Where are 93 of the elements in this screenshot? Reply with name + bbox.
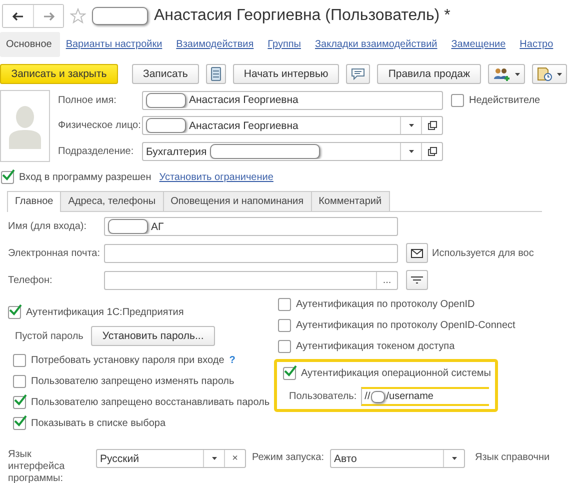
- checkbox[interactable]: [283, 366, 296, 380]
- set-password-button[interactable]: Установить пароль...: [91, 326, 215, 346]
- section-tab[interactable]: Настро: [514, 32, 562, 56]
- form-tab[interactable]: Главное: [7, 191, 62, 212]
- checkbox[interactable]: [13, 416, 26, 430]
- checkbox[interactable]: [278, 298, 291, 310]
- field-label: Электронная почта:: [8, 248, 102, 258]
- caret-icon: [212, 457, 216, 460]
- caret-icon: [557, 72, 562, 76]
- section-tab[interactable]: Замещение: [445, 32, 514, 56]
- redaction-mark: [371, 390, 386, 402]
- input-field[interactable]: Анастасия Георгиевна: [142, 90, 443, 110]
- select-field[interactable]: Бухгалтерия: [142, 142, 443, 162]
- section-tab[interactable]: Взаимодействия: [170, 32, 262, 56]
- envelope-icon: [411, 248, 423, 258]
- caret-icon: [515, 72, 520, 76]
- section-tab[interactable]: Группы: [262, 32, 309, 56]
- checkbox-label: Аутентификация по протоколу OpenID-Connect: [296, 320, 516, 330]
- clear-button[interactable]: ×: [224, 450, 245, 467]
- list-icon: [210, 67, 221, 81]
- restriction-link[interactable]: Установить ограничение: [159, 172, 274, 182]
- redaction-mark: [92, 7, 148, 25]
- open-icon: [428, 121, 436, 130]
- checkbox[interactable]: [451, 94, 464, 107]
- checkbox[interactable]: [1, 170, 14, 184]
- toolbar-button[interactable]: Записать: [132, 64, 199, 84]
- password-status: Пустой пароль: [15, 330, 84, 342]
- checkbox[interactable]: [13, 396, 26, 408]
- list-button[interactable]: [206, 64, 226, 84]
- checkbox-label: Потребовать установку пароля при входе: [31, 354, 224, 366]
- person-icon: [7, 103, 43, 149]
- back-arrow-icon: [12, 12, 24, 20]
- comment-icon: [351, 68, 366, 80]
- input-field[interactable]: // /username: [360, 387, 489, 406]
- checkbox[interactable]: [8, 306, 21, 318]
- field-label: Пользователь:: [289, 391, 357, 402]
- input-field[interactable]: ...: [104, 270, 398, 290]
- toolbar-button[interactable]: Начать интервью: [232, 64, 340, 84]
- section-tab[interactable]: Варианты настройки: [60, 32, 170, 56]
- checkbox-label: Аутентификация токеном доступа: [296, 340, 455, 352]
- users-icon: [493, 67, 511, 81]
- checkbox-label: Недействителе: [469, 94, 540, 106]
- checkbox[interactable]: [278, 318, 291, 332]
- open-icon: [428, 147, 436, 156]
- forward-arrow-icon: [42, 12, 54, 20]
- comment-button[interactable]: [346, 64, 370, 84]
- checkbox-label: Вход в программу разрешен: [19, 172, 152, 182]
- checkbox-label: Показывать в списке выбора: [31, 418, 166, 428]
- caret-icon: [408, 150, 414, 154]
- checkbox-label: Аутентификация по протоколу OpenID: [296, 298, 475, 310]
- field-label: Язык интерфейса программы:: [8, 449, 66, 483]
- save-and-close-button[interactable]: Записать и закрыть: [0, 64, 118, 84]
- input-field[interactable]: [104, 244, 398, 262]
- section-tab[interactable]: Закладки взаимодействий: [309, 32, 446, 56]
- redaction-mark: [108, 219, 148, 234]
- caret-icon: [452, 457, 456, 460]
- select-field[interactable]: Авто: [330, 449, 465, 468]
- checkbox-label: Пользователю запрещено изменять пароль: [31, 376, 234, 386]
- star-icon[interactable]: [70, 8, 86, 24]
- input-field[interactable]: АГ: [104, 217, 398, 236]
- checkbox[interactable]: [278, 340, 291, 352]
- redaction-mark: [146, 118, 186, 134]
- field-label: Подразделение:: [58, 146, 135, 158]
- mail-button[interactable]: [406, 243, 428, 263]
- toolbar-button[interactable]: Правила продаж: [377, 64, 481, 84]
- field-label: Режим запуска:: [252, 451, 324, 463]
- section-tab[interactable]: Основное: [0, 32, 60, 56]
- select-field[interactable]: Анастасия Георгиевна: [142, 116, 443, 136]
- checkbox[interactable]: [13, 374, 26, 388]
- window-title: Анастасия Георгиевна (Пользователь) *: [154, 7, 450, 25]
- redaction-mark: [146, 92, 186, 108]
- form-tab[interactable]: Комментарий: [310, 191, 390, 211]
- checkbox-label: Аутентификация операционной системы: [301, 368, 491, 378]
- filter-button[interactable]: [406, 270, 428, 290]
- field-label: Физическое лицо:: [58, 120, 142, 132]
- form-tab[interactable]: Оповещения и напоминания: [162, 191, 312, 211]
- field-label: Язык справочни: [475, 451, 550, 463]
- field-label: Имя (для входа):: [8, 221, 88, 232]
- caret-icon: [408, 124, 414, 128]
- help-link[interactable]: ?: [229, 354, 236, 366]
- filter-icon: [411, 276, 423, 284]
- report-button[interactable]: [532, 64, 567, 84]
- field-label: Телефон:: [8, 274, 54, 286]
- checkbox-label: Аутентификация 1С:Предприятия: [26, 306, 184, 318]
- select-field[interactable]: Русский ×: [96, 449, 246, 468]
- select-button[interactable]: ...: [376, 272, 397, 288]
- report-icon: [537, 67, 553, 81]
- users-button[interactable]: [488, 64, 525, 84]
- field-label: Полное имя:: [58, 94, 118, 106]
- checkbox[interactable]: [13, 354, 26, 366]
- checkbox-label: Пользователю запрещено восстанавливать пароль: [31, 396, 270, 408]
- hint-text: Используется для вос: [432, 248, 534, 258]
- form-tab[interactable]: Адреса, телефоны: [60, 191, 164, 211]
